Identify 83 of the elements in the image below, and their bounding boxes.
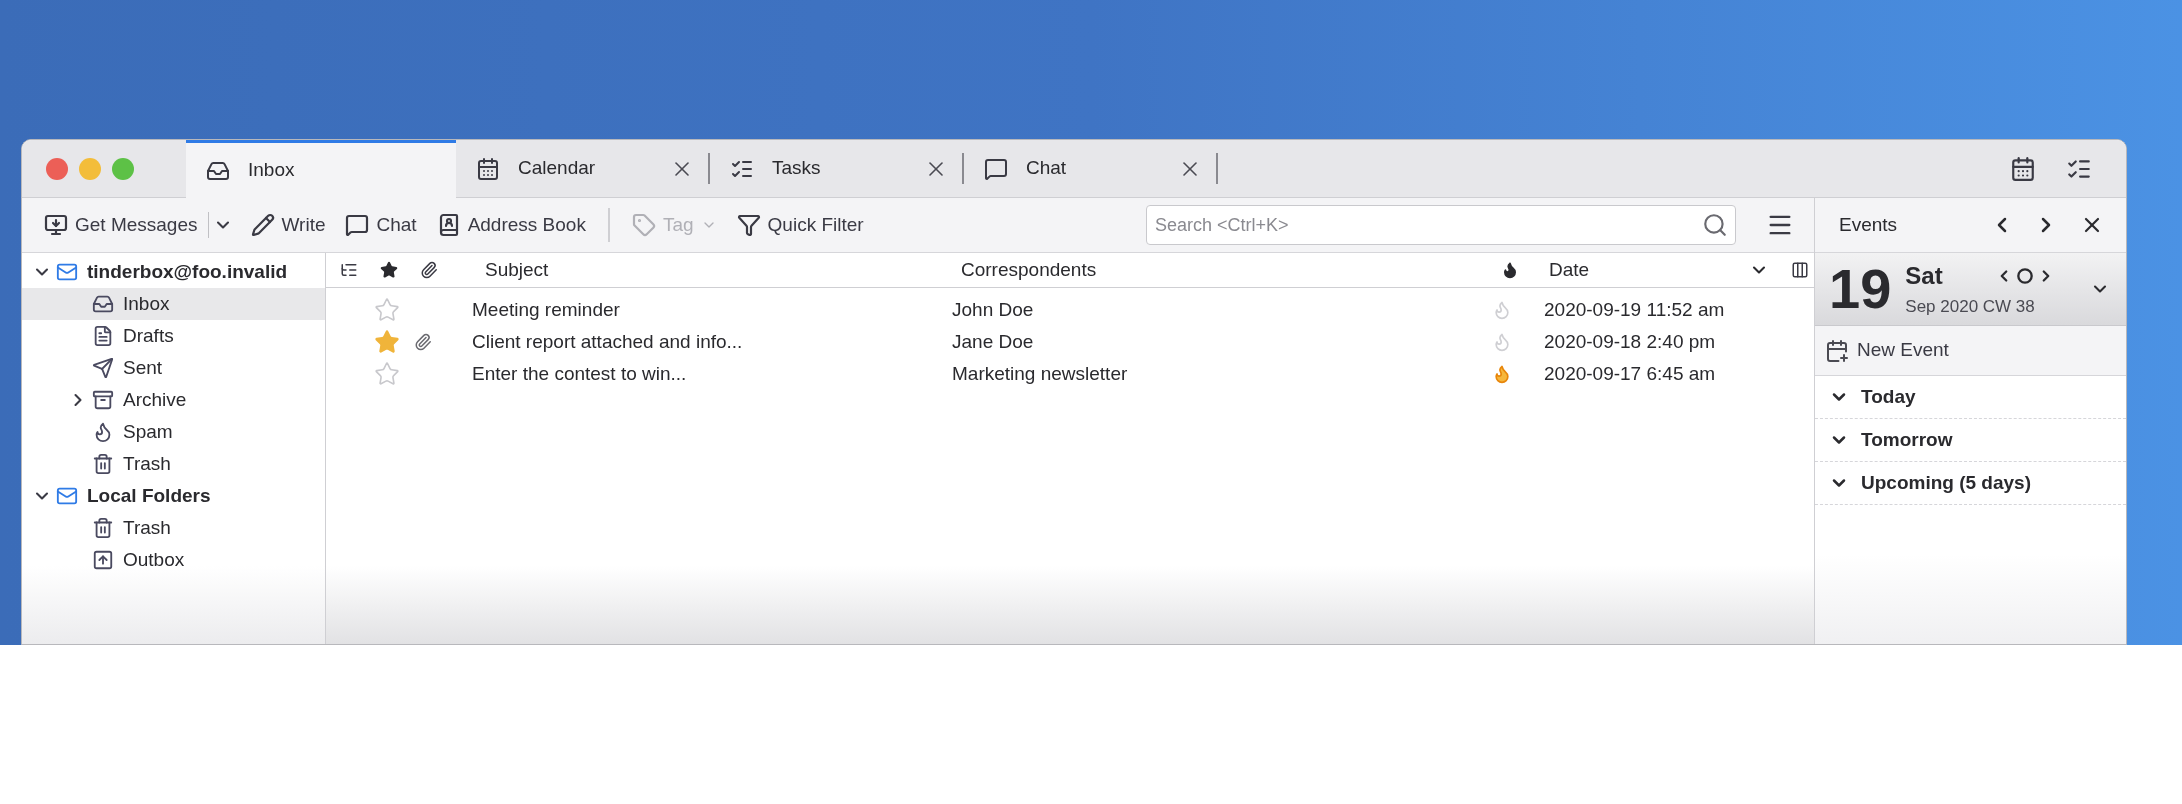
chat-icon (345, 213, 370, 237)
trash-icon (92, 517, 114, 539)
subject-text: Meeting reminder (472, 297, 621, 322)
section-label: Upcoming (5 days) (1861, 470, 2031, 495)
toolbar-button[interactable]: Quick Filter (726, 205, 874, 245)
section-label: Today (1861, 384, 1916, 409)
calendar-plus-icon (1825, 338, 1849, 363)
account-row[interactable]: tinderbox@foo.invalid (22, 256, 325, 288)
folder-label: Trash (123, 515, 171, 540)
paperclip-icon[interactable] (420, 261, 438, 279)
search-field[interactable]: Search <Ctrl+K> (1146, 205, 1736, 245)
folder-item[interactable]: Outbox (22, 544, 325, 576)
account-icon (56, 485, 78, 507)
month-week-label: Sep 2020 CW 38 (1905, 296, 2036, 319)
correspondent-text: Marketing newsletter (952, 361, 1129, 386)
subject-text: Enter the contest to win... (472, 361, 688, 386)
folder-label: Spam (123, 419, 173, 444)
agenda-section[interactable]: Today (1815, 376, 2126, 419)
tab[interactable]: Inbox (186, 140, 456, 198)
column-picker-icon[interactable] (1791, 261, 1809, 279)
folder-label: Archive (123, 387, 187, 412)
column-heading[interactable]: Correspondents (961, 255, 1501, 285)
trash-icon (92, 453, 114, 475)
folder-item[interactable]: Inbox (22, 288, 325, 320)
message-row[interactable]: Meeting reminder John Doe 2020-09-19 11:52 am (326, 294, 1814, 326)
column-heading[interactable]: Subject (485, 255, 961, 285)
filter-icon (736, 213, 761, 237)
section-label: Tomorrow (1861, 427, 1953, 452)
day-number: 19 (1829, 261, 1892, 317)
correspondent-text: Jane Doe (952, 329, 1035, 354)
tab[interactable]: Chat (964, 140, 1216, 197)
folder-label: Local Folders (87, 483, 211, 508)
folder-label: Drafts (123, 323, 174, 348)
new-event-button[interactable]: New Event (1815, 326, 2126, 376)
weekday-label: Sat (1905, 261, 1944, 292)
folder-label: Sent (123, 355, 163, 380)
date-text: 2020-09-19 11:52 am (1544, 297, 1725, 322)
thread-icon[interactable] (340, 261, 358, 279)
sent-icon (92, 357, 114, 379)
tab[interactable]: Calendar (456, 140, 708, 197)
toolbar-button[interactable]: Address Book (426, 205, 596, 245)
folder-label: Outbox (123, 547, 185, 572)
date-text: 2020-09-18 2:40 pm (1544, 329, 1716, 354)
folder-item[interactable]: Drafts (22, 320, 325, 352)
folder-item[interactable]: Sent (22, 352, 325, 384)
star-icon[interactable] (374, 329, 400, 355)
folder-label: tinderbox@foo.invalid (87, 259, 288, 284)
folder-item[interactable]: Archive (22, 384, 325, 416)
archive-icon (92, 389, 114, 411)
date-text: 2020-09-17 6:45 am (1544, 361, 1716, 386)
drafts-icon (92, 325, 114, 347)
search-icon[interactable] (1702, 212, 1728, 238)
account-icon (56, 261, 78, 283)
calendar-icon (476, 156, 500, 181)
folder-item[interactable]: Trash (22, 512, 325, 544)
folder-item[interactable]: Spam (22, 416, 325, 448)
tab[interactable]: Tasks (710, 140, 962, 197)
toolbar-button[interactable]: Get Messages (34, 205, 208, 245)
folder-label: Inbox (123, 291, 170, 316)
folder-label: Trash (123, 451, 171, 476)
close-window-button[interactable] (46, 157, 68, 180)
tag-icon (631, 213, 656, 237)
column-heading[interactable]: Date (1549, 255, 1749, 285)
star-icon[interactable] (374, 361, 400, 387)
star-icon[interactable] (380, 261, 398, 279)
write-icon (250, 213, 275, 237)
inbox-icon (92, 293, 114, 315)
outbox-icon (92, 549, 114, 571)
calendar-icon[interactable] (2010, 155, 2036, 182)
pane-title: Events (1839, 212, 1899, 237)
toolbar-button[interactable]: Write (240, 205, 336, 245)
agenda-section[interactable]: Tomorrow (1815, 419, 2126, 462)
subject-text: Client report attached and info... (472, 329, 744, 354)
folder-item[interactable]: Trash (22, 448, 325, 480)
star-icon[interactable] (374, 297, 400, 323)
flame-icon[interactable] (1501, 261, 1519, 279)
message-row[interactable]: Enter the contest to win... Marketing newsletter 2020-09-17 6:45 am (326, 358, 1814, 390)
agenda-section[interactable]: Upcoming (5 days) (1815, 462, 2126, 505)
toolbar-button[interactable]: Chat (335, 205, 427, 245)
chat-icon (984, 156, 1008, 181)
account-row[interactable]: Local Folders (22, 480, 325, 512)
message-row[interactable]: Client report attached and info... Jane Doe 2020-09-18 2:40 pm (326, 326, 1814, 358)
correspondent-text: John Doe (952, 297, 1035, 322)
